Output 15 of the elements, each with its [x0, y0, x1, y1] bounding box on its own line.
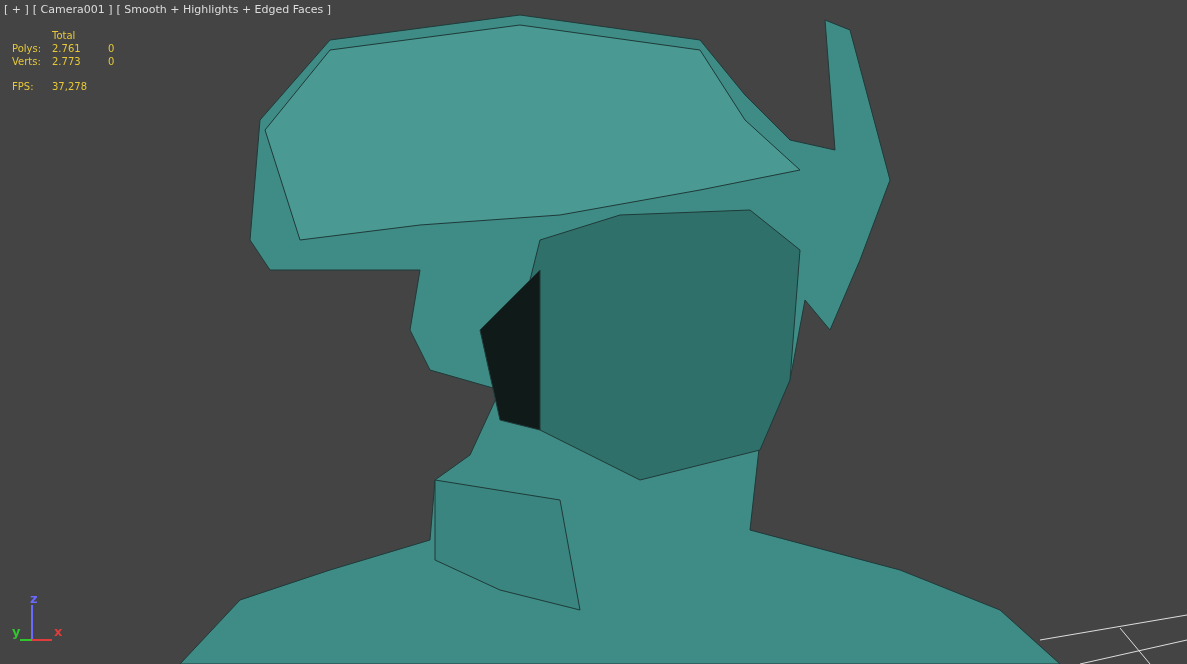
axis-label: z — [30, 591, 38, 606]
axis-label: y — [12, 624, 21, 639]
stat-total: 2.773 — [52, 56, 82, 67]
axis-label: x — [54, 624, 63, 639]
stats-header: Total — [52, 30, 77, 41]
stat-total: 2.761 — [52, 43, 82, 54]
stat-label: Verts: — [12, 56, 42, 67]
fps-value: 37,278 — [52, 81, 88, 92]
viewport-menu-label[interactable]: [ Camera001 ] — [32, 3, 113, 16]
stat-selected: 0 — [108, 56, 116, 67]
stat-label: Polys: — [12, 43, 43, 54]
viewport-menu-label[interactable]: [ Smooth + Highlights + Edged Faces ] — [116, 3, 332, 16]
stat-selected: 0 — [108, 43, 116, 54]
viewport-menu-label[interactable]: [ + ] — [4, 3, 29, 16]
fps-label: FPS: — [12, 81, 35, 92]
